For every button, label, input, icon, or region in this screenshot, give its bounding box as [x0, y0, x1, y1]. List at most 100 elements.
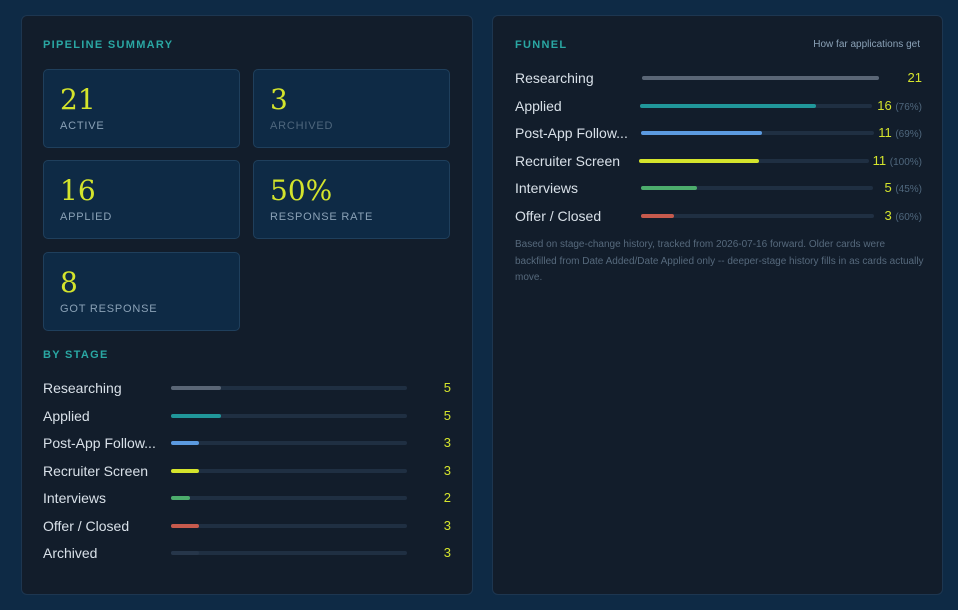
stat-label: RESPONSE RATE	[270, 211, 374, 223]
stage-row: Recruiter Screen 3	[43, 462, 451, 480]
stat-card-active: 21 ACTIVE	[43, 69, 240, 148]
funnel-note: Based on stage-change history, tracked f…	[515, 239, 924, 283]
stage-row: Interviews 2	[43, 489, 451, 507]
funnel-count-percent: (69%)	[895, 129, 922, 141]
funnel-bar-track	[641, 186, 873, 191]
stage-row-count: 3	[444, 517, 451, 535]
funnel-row-count: 21	[908, 69, 922, 87]
funnel-row-label: Applied	[515, 97, 562, 114]
funnel-row-label: Interviews	[515, 180, 579, 197]
funnel-bar-track	[641, 131, 874, 136]
stage-row: Applied 5	[43, 407, 451, 425]
funnel-count-percent: (76%)	[895, 101, 922, 113]
funnel-row-label: Offer / Closed	[515, 208, 602, 224]
funnel-count-value: 21	[907, 70, 922, 85]
stat-value: 16	[60, 174, 96, 207]
funnel-count-value: 3	[884, 208, 892, 223]
funnel-count-value: 16	[877, 97, 892, 113]
stage-row: Researching 5	[43, 379, 451, 397]
stat-value: 21	[60, 83, 96, 116]
funnel-count-value: 11	[878, 125, 892, 141]
pipeline-summary-panel: PIPELINE SUMMARY 21 ACTIVE 3 ARCHIVED 16…	[21, 15, 473, 595]
stage-row-label: Researching	[43, 380, 122, 396]
funnel-title: FUNNEL	[515, 39, 568, 51]
stage-bar-fill	[171, 441, 199, 445]
stage-row-count: 3	[444, 462, 451, 480]
stage-row-label: Recruiter Screen	[43, 462, 149, 479]
funnel-row: Applied 16 (76%)	[515, 97, 922, 115]
stage-bar-track	[171, 441, 407, 445]
funnel-row: Offer / Closed 3 (60%)	[515, 207, 922, 225]
funnel-count-value: 5	[884, 180, 892, 196]
funnel-row-label: Researching	[515, 70, 594, 86]
stage-bar-fill	[171, 523, 199, 528]
stage-row-count: 3	[444, 544, 451, 562]
stage-row-count: 5	[444, 379, 451, 397]
funnel-row: Interviews 5 (45%)	[515, 179, 922, 197]
stat-card-applied: 16 APPLIED	[43, 160, 240, 239]
stage-count-value: 3	[443, 435, 451, 450]
stat-label: ACTIVE	[60, 120, 105, 132]
by-stage-title: BY STAGE	[43, 349, 109, 361]
funnel-row-label: Recruiter Screen	[515, 152, 621, 169]
funnel-row-count: 5 (45%)	[884, 179, 922, 199]
stage-row: Archived 3	[43, 544, 451, 562]
funnel-bar-track	[642, 76, 879, 80]
funnel-row-count: 11 (100%)	[873, 152, 922, 172]
stage-row-label: Interviews	[43, 490, 107, 506]
funnel-bar-fill	[640, 103, 816, 108]
funnel-count-percent: (100%)	[889, 156, 922, 168]
funnel-bar-fill	[639, 158, 759, 163]
stat-card-response-rate: 50% RESPONSE RATE	[253, 160, 450, 239]
stage-row-label: Offer / Closed	[43, 517, 130, 534]
stage-bar-track	[171, 551, 407, 555]
funnel-row-count: 3 (60%)	[884, 207, 922, 227]
stage-bar-fill	[171, 413, 221, 418]
stage-bar-fill	[171, 468, 199, 473]
funnel-bar-track	[639, 158, 869, 163]
stage-count-value: 5	[443, 407, 451, 423]
stage-bar-fill	[171, 551, 199, 555]
funnel-row: Researching 21	[515, 69, 922, 87]
stat-card-archived: 3 ARCHIVED	[253, 69, 450, 148]
stage-row-label: Archived	[43, 545, 98, 561]
stage-row-count: 5	[444, 407, 451, 425]
stage-row-label: Post-App Follow...	[43, 435, 156, 451]
stage-bar-track	[171, 386, 407, 390]
funnel-bar-track	[640, 103, 872, 108]
stage-bar-track	[171, 413, 407, 418]
pipeline-summary-title: PIPELINE SUMMARY	[43, 39, 174, 51]
stage-bar-fill	[171, 386, 221, 390]
stage-count-value: 2	[443, 490, 451, 505]
stat-card-got-response: 8 GOT RESPONSE	[43, 252, 240, 331]
funnel-row-count: 16 (76%)	[877, 97, 922, 117]
stat-label: ARCHIVED	[270, 120, 334, 132]
funnel-count-value: 11	[872, 152, 887, 168]
stat-value: 50%	[270, 174, 333, 207]
stage-count-value: 5	[443, 380, 451, 395]
stat-label: GOT RESPONSE	[60, 303, 158, 315]
stage-count-value: 3	[443, 517, 451, 533]
funnel-bar-fill	[641, 214, 674, 218]
stage-bar-track	[171, 523, 407, 528]
funnel-bar-fill	[642, 76, 879, 80]
stage-bar-track	[171, 496, 407, 500]
stage-bar-fill	[171, 496, 190, 500]
funnel-panel: FUNNEL How far applications get Research…	[492, 15, 943, 595]
funnel-row: Recruiter Screen 11 (100%)	[515, 152, 922, 170]
funnel-count-percent: (60%)	[895, 212, 922, 223]
funnel-count-percent: (45%)	[895, 184, 922, 196]
funnel-bar-fill	[641, 186, 697, 191]
stage-count-value: 3	[443, 462, 451, 478]
stage-row-count: 3	[444, 434, 451, 452]
stage-count-value: 3	[443, 545, 451, 560]
stat-value: 8	[60, 266, 78, 299]
stage-row-count: 2	[444, 489, 451, 507]
stat-value: 3	[270, 83, 288, 116]
funnel-subtitle: How far applications get	[813, 39, 920, 50]
stage-row: Offer / Closed 3	[43, 517, 451, 535]
funnel-row-label: Post-App Follow...	[515, 125, 628, 142]
funnel-row-count: 11 (69%)	[878, 124, 922, 144]
funnel-bar-fill	[641, 131, 762, 136]
stage-row: Post-App Follow... 3	[43, 434, 451, 452]
